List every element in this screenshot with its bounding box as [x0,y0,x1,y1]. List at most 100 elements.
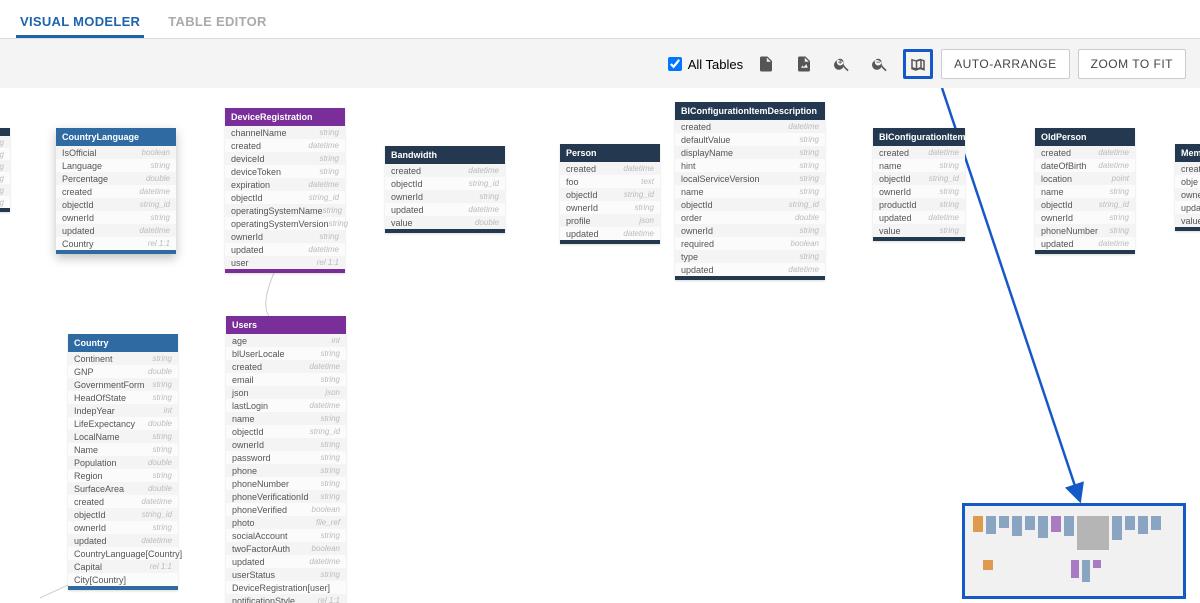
entity-field-row[interactable]: orderdouble [675,211,825,224]
entity-field-row[interactable]: channelNamestring [225,126,345,139]
entity-field-row[interactable]: phoneVerificationIdstring [226,490,346,503]
zoom-out-icon[interactable] [865,49,895,79]
entity-field-row[interactable]: locationpoint [1035,172,1135,185]
entity-field-row[interactable]: objectIdstring_id [873,172,965,185]
entity-person[interactable]: PersoncreateddatetimefootextobjectIdstri… [560,144,660,244]
entity-field-row[interactable]: blUserLocalestring [226,347,346,360]
entity-header[interactable]: OldPerson [1035,128,1135,146]
modeler-canvas[interactable]: stringstringstringstringstringstring Coun… [0,88,1200,603]
entity-field-row[interactable]: requiredboolean [675,237,825,250]
entity-field-row[interactable]: notificationStylerel 1:1 [226,594,346,603]
entity-field-row[interactable]: objectIdstring_id [68,508,178,521]
entity-field-row[interactable]: IndepYearint [68,404,178,417]
entity-partial-right[interactable]: Memcreatobjeowneupdavalue [1175,144,1200,231]
entity-field-row[interactable]: Countryrel 1:1 [56,237,176,250]
entity-header[interactable]: Users [226,316,346,334]
entity-field-row[interactable]: owne [1175,188,1200,201]
entity-field-row[interactable]: jsonjson [226,386,346,399]
entity-field-row[interactable]: Regionstring [68,469,178,482]
entity-field-row[interactable]: createddatetime [560,162,660,175]
entity-header[interactable]: Person [560,144,660,162]
entity-field-row[interactable]: updateddatetime [675,263,825,276]
entity-field-row[interactable]: Languagestring [56,159,176,172]
entity-field-row[interactable]: valuestring [873,224,965,237]
entity-field-row[interactable]: ownerIdstring [225,230,345,243]
entity-field-row[interactable]: objectIdstring_id [385,177,505,190]
entity-country[interactable]: CountryContinentstringGNPdoubleGovernmen… [68,334,178,590]
entity-field-row[interactable]: footext [560,175,660,188]
entity-field-row[interactable]: updateddatetime [68,534,178,547]
entity-field-row[interactable]: objectIdstring_id [675,198,825,211]
entity-header[interactable]: BIConfigurationItemDescription [675,102,825,120]
entity-field-row[interactable]: twoFactorAuthboolean [226,542,346,555]
entity-field-row[interactable]: phoneNumberstring [1035,224,1135,237]
entity-field-row[interactable]: productIdstring [873,198,965,211]
entity-header[interactable]: Mem [1175,144,1200,162]
entity-field-row[interactable]: CountryLanguage[Country] [68,547,178,560]
entity-field-row[interactable]: namestring [1035,185,1135,198]
tab-table-editor[interactable]: TABLE EDITOR [164,8,270,38]
entity-field-row[interactable]: updateddatetime [560,227,660,240]
entity-field-row[interactable]: ownerIdstring [560,201,660,214]
entity-field-row[interactable]: objectIdstring_id [560,188,660,201]
entity-field-row[interactable]: obje [1175,175,1200,188]
entity-old-person[interactable]: OldPersoncreateddatetimedateOfBirthdatet… [1035,128,1135,254]
entity-field-row[interactable]: string [0,148,10,160]
entity-field-row[interactable]: passwordstring [226,451,346,464]
entity-field-row[interactable]: createddatetime [385,164,505,177]
entity-field-row[interactable]: createddatetime [675,120,825,133]
entity-field-row[interactable]: ownerIdstring [873,185,965,198]
entity-field-row[interactable]: updateddatetime [1035,237,1135,250]
entity-field-row[interactable]: phonestring [226,464,346,477]
entity-field-row[interactable]: objectIdstring_id [1035,198,1135,211]
entity-field-row[interactable]: string [0,196,10,208]
entity-field-row[interactable]: updateddatetime [225,243,345,256]
entity-field-row[interactable]: Populationdouble [68,456,178,469]
entity-field-row[interactable]: displayNamestring [675,146,825,159]
entity-partial-left[interactable]: stringstringstringstringstringstring [0,128,10,212]
entity-field-row[interactable]: ownerIdstring [68,521,178,534]
entity-field-row[interactable]: updateddatetime [56,224,176,237]
entity-field-row[interactable]: creat [1175,162,1200,175]
entity-field-row[interactable]: photofile_ref [226,516,346,529]
entity-field-row[interactable]: createddatetime [68,495,178,508]
entity-field-row[interactable]: dateOfBirthdatetime [1035,159,1135,172]
export-image-icon[interactable] [789,49,819,79]
entity-field-row[interactable]: upda [1175,201,1200,214]
entity-field-row[interactable]: Capitalrel 1:1 [68,560,178,573]
entity-field-row[interactable]: GNPdouble [68,365,178,378]
all-tables-checkbox-label[interactable]: All Tables [668,57,743,72]
entity-users[interactable]: UsersageintblUserLocalestringcreateddate… [226,316,346,603]
entity-field-row[interactable]: objectIdstring_id [56,198,176,211]
entity-field-row[interactable]: Percentagedouble [56,172,176,185]
entity-field-row[interactable]: value [1175,214,1200,227]
entity-header[interactable]: Country [68,334,178,352]
entity-field-row[interactable]: userStatusstring [226,568,346,581]
entity-field-row[interactable]: operatingSystemVersionstring [225,217,345,230]
entity-header[interactable] [0,128,10,136]
entity-field-row[interactable]: GovernmentFormstring [68,378,178,391]
entity-field-row[interactable]: updateddatetime [873,211,965,224]
entity-device-registration[interactable]: DeviceRegistrationchannelNamestringcreat… [225,108,345,273]
entity-field-row[interactable]: namestring [675,185,825,198]
entity-header[interactable]: CountryLanguage [56,128,176,146]
entity-field-row[interactable]: ownerIdstring [1035,211,1135,224]
entity-field-row[interactable]: updateddatetime [385,203,505,216]
entity-field-row[interactable]: LocalNamestring [68,430,178,443]
entity-field-row[interactable]: deviceIdstring [225,152,345,165]
entity-field-row[interactable]: createddatetime [56,185,176,198]
entity-bi-config-item[interactable]: BIConfigurationItemcreateddatetimenamest… [873,128,965,241]
entity-field-row[interactable]: emailstring [226,373,346,386]
entity-field-row[interactable]: operatingSystemNamestring [225,204,345,217]
entity-field-row[interactable]: namestring [226,412,346,425]
entity-field-row[interactable]: string [0,172,10,184]
entity-field-row[interactable]: string [0,136,10,148]
entity-field-row[interactable]: Continentstring [68,352,178,365]
entity-field-row[interactable]: createddatetime [226,360,346,373]
entity-field-row[interactable]: objectIdstring_id [226,425,346,438]
entity-field-row[interactable]: defaultValuestring [675,133,825,146]
export-pdf-icon[interactable] [751,49,781,79]
entity-field-row[interactable]: hintstring [675,159,825,172]
entity-field-row[interactable]: string [0,160,10,172]
entity-field-row[interactable]: ownerIdstring [56,211,176,224]
